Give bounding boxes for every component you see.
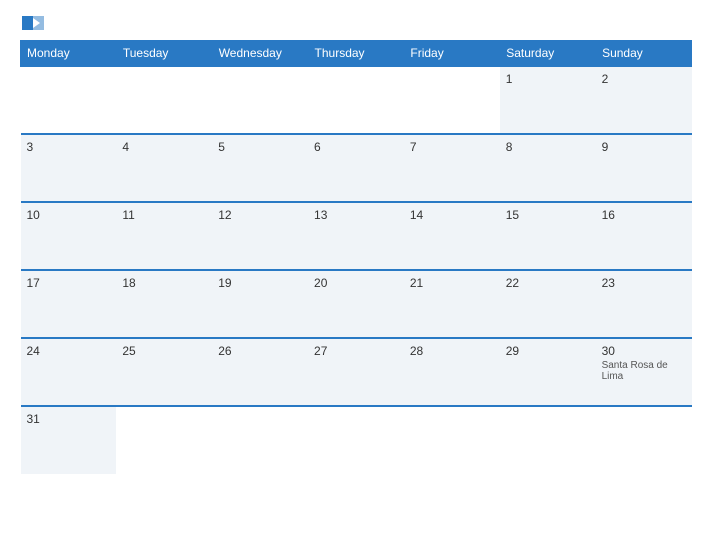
day-number: 21 <box>410 276 494 290</box>
day-number: 22 <box>506 276 590 290</box>
calendar-page: MondayTuesdayWednesdayThursdayFridaySatu… <box>0 0 712 550</box>
calendar-cell <box>116 66 212 134</box>
calendar-cell: 15 <box>500 202 596 270</box>
calendar-cell: 4 <box>116 134 212 202</box>
day-number: 25 <box>122 344 206 358</box>
calendar-week-row: 31 <box>21 406 692 474</box>
calendar-cell: 23 <box>596 270 692 338</box>
day-number: 13 <box>314 208 398 222</box>
day-number: 30 <box>602 344 686 358</box>
calendar-cell: 12 <box>212 202 308 270</box>
day-number: 14 <box>410 208 494 222</box>
calendar-cell <box>404 66 500 134</box>
calendar-cell: 24 <box>21 338 117 406</box>
calendar-cell: 8 <box>500 134 596 202</box>
calendar-cell <box>21 66 117 134</box>
calendar-cell <box>404 406 500 474</box>
calendar-table: MondayTuesdayWednesdayThursdayFridaySatu… <box>20 40 692 474</box>
day-number: 17 <box>27 276 111 290</box>
calendar-cell: 20 <box>308 270 404 338</box>
day-number: 10 <box>27 208 111 222</box>
col-header-friday: Friday <box>404 41 500 67</box>
calendar-cell: 25 <box>116 338 212 406</box>
calendar-cell: 31 <box>21 406 117 474</box>
calendar-cell <box>116 406 212 474</box>
calendar-cell <box>500 406 596 474</box>
calendar-cell: 16 <box>596 202 692 270</box>
calendar-cell <box>308 66 404 134</box>
calendar-cell: 27 <box>308 338 404 406</box>
calendar-cell: 7 <box>404 134 500 202</box>
calendar-cell: 22 <box>500 270 596 338</box>
calendar-cell <box>596 406 692 474</box>
day-number: 4 <box>122 140 206 154</box>
col-header-saturday: Saturday <box>500 41 596 67</box>
calendar-cell: 19 <box>212 270 308 338</box>
day-number: 5 <box>218 140 302 154</box>
day-number: 3 <box>27 140 111 154</box>
calendar-cell: 5 <box>212 134 308 202</box>
calendar-cell: 10 <box>21 202 117 270</box>
calendar-cell: 17 <box>21 270 117 338</box>
day-number: 18 <box>122 276 206 290</box>
day-number: 1 <box>506 72 590 86</box>
calendar-cell: 2 <box>596 66 692 134</box>
calendar-cell <box>212 406 308 474</box>
calendar-cell: 28 <box>404 338 500 406</box>
day-number: 9 <box>602 140 686 154</box>
day-number: 26 <box>218 344 302 358</box>
calendar-cell: 1 <box>500 66 596 134</box>
calendar-cell <box>308 406 404 474</box>
calendar-week-row: 3456789 <box>21 134 692 202</box>
col-header-monday: Monday <box>21 41 117 67</box>
day-number: 6 <box>314 140 398 154</box>
day-event: Santa Rosa de Lima <box>602 360 686 382</box>
calendar-header-row: MondayTuesdayWednesdayThursdayFridaySatu… <box>21 41 692 67</box>
day-number: 11 <box>122 208 206 222</box>
day-number: 8 <box>506 140 590 154</box>
calendar-cell: 6 <box>308 134 404 202</box>
day-number: 7 <box>410 140 494 154</box>
calendar-cell: 11 <box>116 202 212 270</box>
day-number: 20 <box>314 276 398 290</box>
day-number: 31 <box>27 412 111 426</box>
calendar-cell: 29 <box>500 338 596 406</box>
calendar-cell <box>212 66 308 134</box>
col-header-sunday: Sunday <box>596 41 692 67</box>
calendar-cell: 13 <box>308 202 404 270</box>
logo <box>20 16 44 30</box>
calendar-week-row: 17 18 19 20 21 22 23 <box>21 270 692 338</box>
calendar-cell: 14 <box>404 202 500 270</box>
calendar-week-row: 10 11 12 13 14 15 16 <box>21 202 692 270</box>
calendar-cell: 21 <box>404 270 500 338</box>
col-header-thursday: Thursday <box>308 41 404 67</box>
calendar-week-row: 24 25 26 27 28 29 30 Santa Rosa de Lima <box>21 338 692 406</box>
day-number: 23 <box>602 276 686 290</box>
day-number: 24 <box>27 344 111 358</box>
day-number: 16 <box>602 208 686 222</box>
day-number: 27 <box>314 344 398 358</box>
col-header-wednesday: Wednesday <box>212 41 308 67</box>
day-number: 15 <box>506 208 590 222</box>
calendar-cell: 9 <box>596 134 692 202</box>
header <box>20 16 692 30</box>
day-number: 28 <box>410 344 494 358</box>
col-header-tuesday: Tuesday <box>116 41 212 67</box>
calendar-cell: 3 <box>21 134 117 202</box>
day-number: 29 <box>506 344 590 358</box>
calendar-cell: 18 <box>116 270 212 338</box>
day-number: 2 <box>602 72 686 86</box>
calendar-cell: 30 Santa Rosa de Lima <box>596 338 692 406</box>
calendar-week-row: 12 <box>21 66 692 134</box>
day-number: 19 <box>218 276 302 290</box>
logo-flag-icon <box>22 16 44 30</box>
calendar-body: 1234567891011121314151617181920212223242… <box>21 66 692 474</box>
day-number: 12 <box>218 208 302 222</box>
calendar-cell: 26 <box>212 338 308 406</box>
